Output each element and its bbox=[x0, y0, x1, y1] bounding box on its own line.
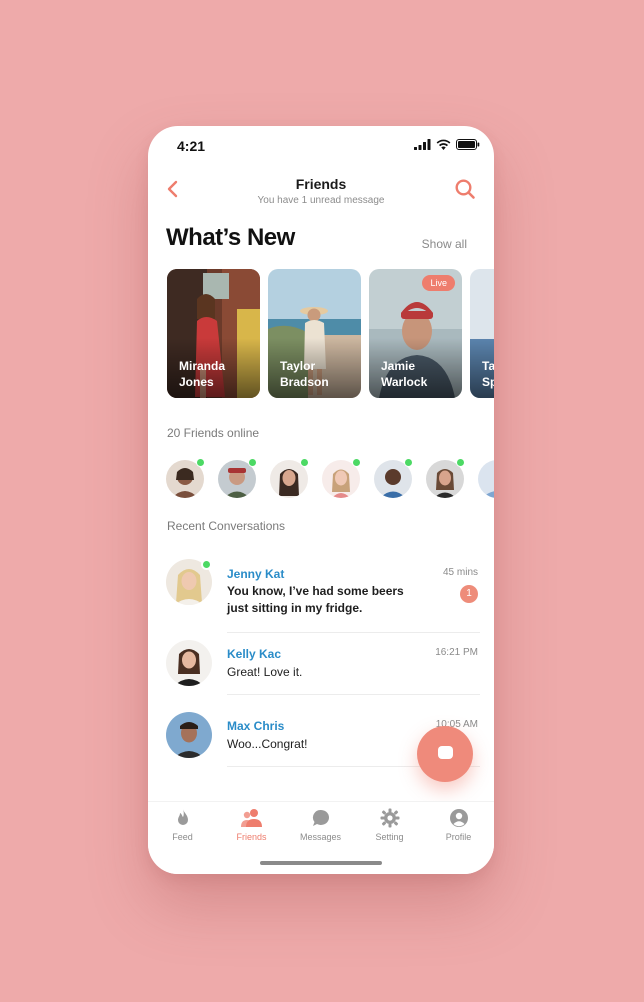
flame-icon bbox=[177, 809, 188, 825]
status-icons bbox=[414, 139, 480, 150]
tab-friends[interactable]: Friends bbox=[217, 808, 286, 858]
avatar-photo bbox=[166, 712, 212, 758]
story-name: Ta Sp bbox=[482, 359, 494, 389]
home-indicator bbox=[260, 861, 382, 865]
battery-icon bbox=[456, 139, 480, 150]
conversation-time: 16:21 PM bbox=[435, 647, 478, 658]
avatar-photo bbox=[166, 640, 212, 686]
divider bbox=[227, 694, 480, 695]
story-card[interactable]: Live Jamie Warlock bbox=[369, 269, 462, 398]
signal-icon bbox=[414, 139, 431, 150]
page-title: Friends bbox=[295, 176, 347, 192]
avatar bbox=[166, 712, 212, 758]
wifi-icon bbox=[436, 139, 451, 150]
live-badge: Live bbox=[422, 275, 455, 291]
tab-label: Messages bbox=[299, 832, 342, 842]
gear-icon bbox=[380, 808, 399, 828]
tab-label: Setting bbox=[375, 832, 404, 842]
story-card[interactable]: Ta Sp bbox=[470, 269, 494, 398]
tab-label: Profile bbox=[445, 832, 472, 842]
user-icon bbox=[449, 809, 468, 827]
stories-carousel[interactable]: Miranda Jones Taylor Bradson Live Jamie … bbox=[167, 269, 494, 399]
online-status-dot bbox=[248, 458, 257, 467]
conversation-row[interactable]: Kelly Kac 16:21 PM Great! Love it. bbox=[166, 640, 478, 690]
conversation-message: Great! Love it. bbox=[227, 665, 303, 679]
show-all-link[interactable]: Show all bbox=[422, 237, 467, 251]
whats-new-header: What’s New Show all bbox=[166, 224, 476, 258]
chat-bubble-icon bbox=[438, 746, 453, 759]
phone-screen: 4:21 Friends You have 1 unread message W… bbox=[148, 126, 494, 874]
story-name: Jamie Warlock bbox=[381, 359, 428, 389]
story-card[interactable]: Miranda Jones bbox=[167, 269, 260, 398]
tab-setting[interactable]: Setting bbox=[355, 808, 424, 858]
conversation-name: Max Chris bbox=[227, 719, 285, 733]
friends-icon bbox=[240, 809, 262, 827]
conversation-time: 45 mins bbox=[442, 567, 478, 578]
online-status-dot bbox=[456, 458, 465, 467]
story-card[interactable]: Taylor Bradson bbox=[268, 269, 361, 398]
avatar bbox=[166, 640, 212, 686]
story-name: Taylor Bradson bbox=[280, 359, 329, 389]
tab-feed[interactable]: Feed bbox=[148, 808, 217, 858]
tab-profile[interactable]: Profile bbox=[424, 808, 493, 858]
status-time: 4:21 bbox=[177, 138, 206, 154]
tab-label: Feed bbox=[172, 832, 193, 842]
status-bar: 4:21 bbox=[148, 126, 494, 166]
conversation-message: You know, I’ve had some beers just sitti… bbox=[227, 584, 404, 615]
online-status-dot bbox=[201, 559, 212, 570]
nav-header: Friends You have 1 unread message bbox=[148, 172, 494, 212]
search-icon[interactable] bbox=[454, 178, 476, 200]
divider bbox=[227, 632, 480, 633]
avatar[interactable] bbox=[478, 460, 494, 498]
online-status-dot bbox=[300, 458, 309, 467]
online-status-dot bbox=[404, 458, 413, 467]
page-subtitle: You have 1 unread message bbox=[257, 195, 385, 206]
online-friends-row[interactable] bbox=[166, 458, 494, 500]
avatar-photo bbox=[478, 460, 494, 498]
recent-conversations-label: Recent Conversations bbox=[167, 519, 286, 533]
tab-label: Friends bbox=[236, 832, 267, 842]
conversation-message: Woo...Congrat! bbox=[227, 737, 308, 751]
friends-online-label: 20 Friends online bbox=[167, 426, 260, 440]
conversation-name: Kelly Kac bbox=[227, 647, 282, 661]
chat-bubble-icon bbox=[312, 809, 329, 826]
online-status-dot bbox=[196, 458, 205, 467]
tab-messages[interactable]: Messages bbox=[286, 808, 355, 858]
new-message-button[interactable] bbox=[417, 726, 473, 782]
story-name: Miranda Jones bbox=[179, 359, 226, 389]
conversation-name: Jenny Kat bbox=[227, 567, 285, 581]
unread-badge: 1 bbox=[460, 585, 478, 603]
conversation-row[interactable]: Jenny Kat 45 mins You know, I’ve had som… bbox=[166, 559, 478, 629]
online-status-dot bbox=[352, 458, 361, 467]
